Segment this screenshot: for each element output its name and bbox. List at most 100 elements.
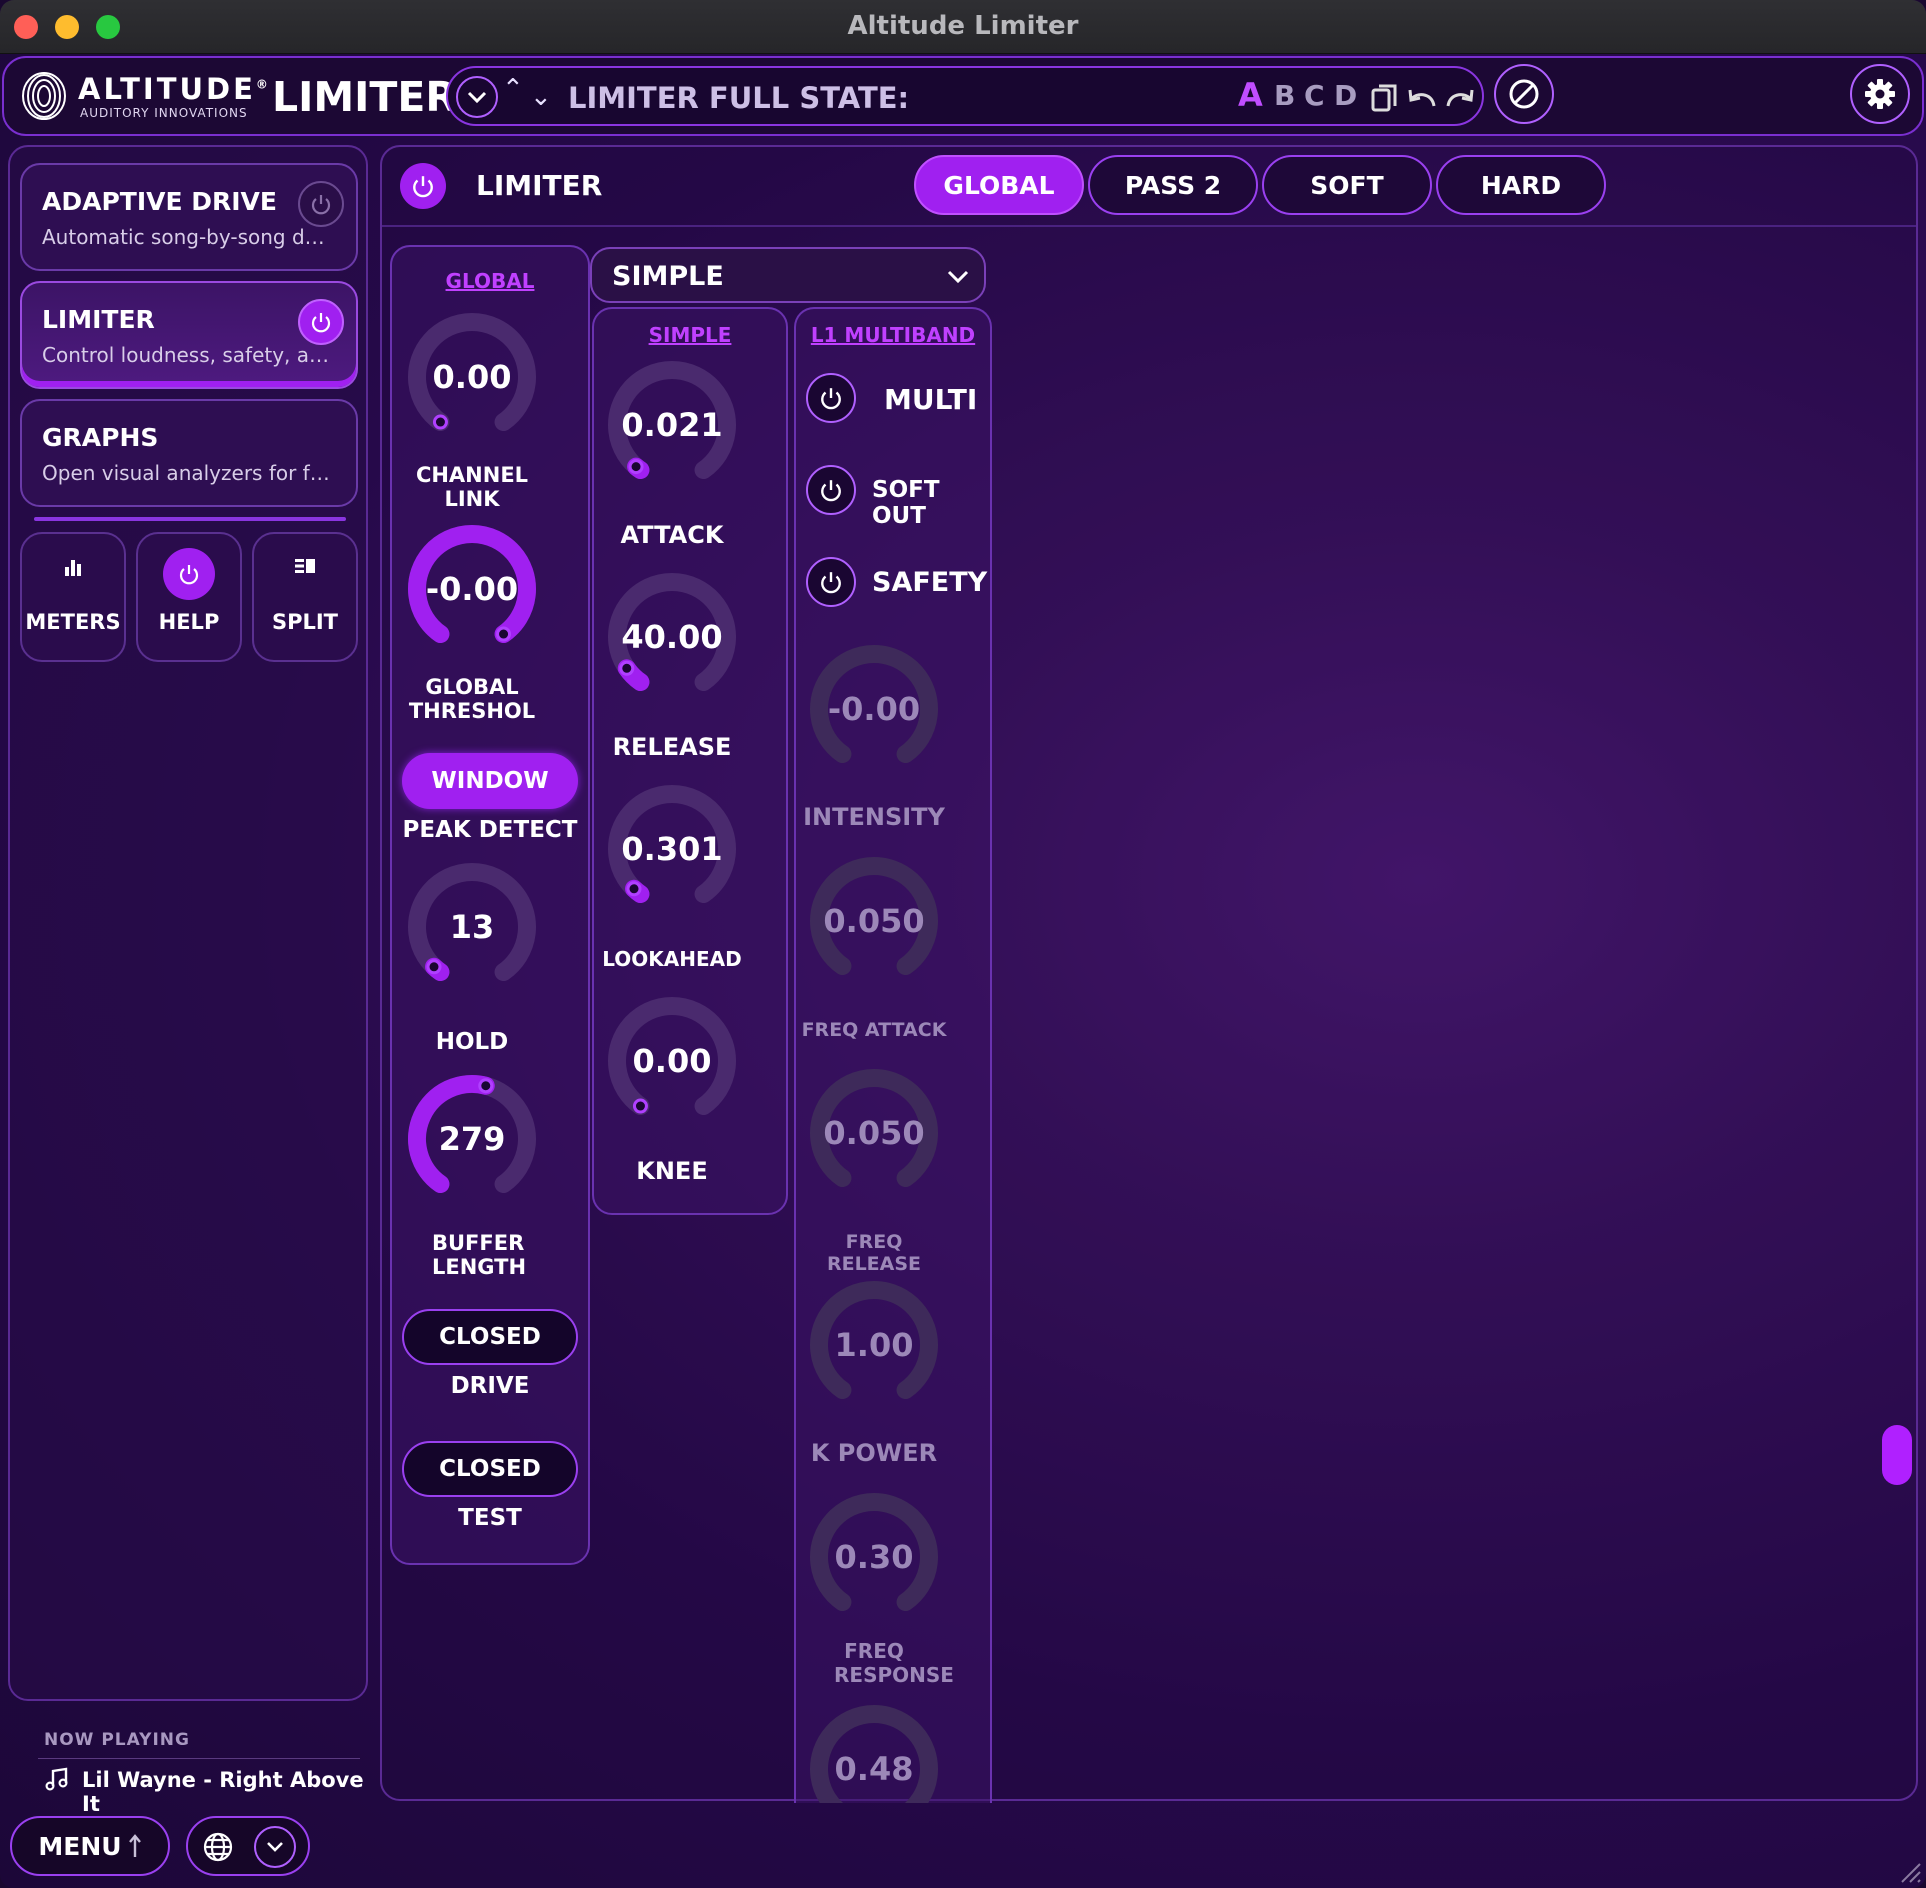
window-title: Altitude Limiter bbox=[847, 11, 1079, 41]
freq-response-label: FREQ RESPONSE bbox=[834, 1639, 954, 1687]
limiter-main-power-toggle[interactable] bbox=[400, 163, 446, 209]
button-label: METERS bbox=[25, 610, 121, 634]
help-button[interactable]: HELP bbox=[136, 532, 242, 662]
tab-soft[interactable]: SOFT bbox=[1262, 155, 1432, 215]
settings-button[interactable] bbox=[1850, 64, 1910, 124]
card-description: Control loudness, safety, and li... bbox=[42, 343, 332, 367]
l1-multiband-section-header[interactable]: L1 MULTIBAND bbox=[796, 323, 990, 347]
simple-section-header[interactable]: SIMPLE bbox=[594, 323, 786, 347]
bar-chart-icon bbox=[65, 560, 81, 576]
freq-attack-label: FREQ ATTACK bbox=[801, 1019, 947, 1041]
chevron-down-icon bbox=[947, 270, 969, 284]
button-label: HELP bbox=[158, 610, 220, 634]
intensity-label: INTENSITY bbox=[803, 803, 945, 831]
state-bar: ⌃ ⌄ LIMITER FULL STATE: A B C D bbox=[446, 66, 1484, 126]
release-knob[interactable]: 40.00 bbox=[602, 567, 742, 707]
state-up-arrow-icon[interactable]: ⌃ bbox=[502, 74, 524, 104]
attack-knob[interactable]: 0.021 bbox=[602, 355, 742, 495]
power-icon bbox=[311, 313, 331, 333]
sidebar: ADAPTIVE DRIVE Automatic song-by-song dr… bbox=[8, 145, 368, 1816]
multiband-extra-knob[interactable]: 0.48 bbox=[804, 1699, 944, 1803]
knob-value: 0.30 bbox=[834, 1538, 914, 1576]
bypass-button[interactable] bbox=[1494, 64, 1554, 124]
title-bar: Altitude Limiter bbox=[0, 0, 1926, 54]
arrow-up-icon bbox=[128, 1834, 141, 1857]
knob-value: 0.021 bbox=[621, 406, 723, 444]
hold-label: HOLD bbox=[435, 1029, 509, 1055]
knee-knob[interactable]: 0.00 bbox=[602, 991, 742, 1131]
sidebar-card-limiter[interactable]: LIMITER Control loudness, safety, and li… bbox=[20, 281, 358, 389]
card-description: Open visual analyzers for freque... bbox=[42, 461, 332, 485]
resize-grip-icon[interactable] bbox=[1894, 1856, 1922, 1884]
state-menu-button[interactable] bbox=[456, 76, 498, 118]
tab-pass-2[interactable]: PASS 2 bbox=[1088, 155, 1258, 215]
language-selector[interactable] bbox=[186, 1816, 310, 1876]
knob-value: 0.301 bbox=[621, 830, 723, 868]
drive-button[interactable]: CLOSED bbox=[402, 1309, 578, 1365]
buffer-length-knob[interactable]: 279 bbox=[402, 1069, 542, 1209]
limiter-panel: LIMITER GLOBAL PASS 2 SOFT HARD GLOBAL 0… bbox=[380, 145, 1918, 1803]
freq-release-label: FREQ RELEASE bbox=[826, 1231, 922, 1275]
slot-b-button[interactable]: B bbox=[1274, 79, 1295, 112]
redo-icon[interactable] bbox=[1444, 84, 1476, 110]
global-threshold-knob[interactable]: -0.00 bbox=[402, 519, 542, 659]
buffer-length-label: BUFFER LENGTH bbox=[432, 1231, 527, 1279]
global-column: GLOBAL 0.00 CHANNEL LINK -0.00 GLOBAL TH… bbox=[390, 245, 590, 1565]
slot-a-button[interactable]: A bbox=[1238, 76, 1263, 114]
channel-link-knob[interactable]: 0.00 bbox=[402, 307, 542, 447]
freq-release-knob[interactable]: 0.050 bbox=[804, 1063, 944, 1203]
menu-label: MENU bbox=[38, 1831, 122, 1861]
soft-out-toggle[interactable] bbox=[806, 465, 856, 515]
simple-column: SIMPLE 0.021 ATTACK 40.00 RELEASE 0.301 … bbox=[592, 307, 788, 1215]
limiter-power-toggle[interactable] bbox=[298, 299, 344, 345]
peak-detect-button[interactable]: WINDOW bbox=[402, 753, 578, 809]
mode-select-value: SIMPLE bbox=[612, 261, 724, 292]
language-dropdown-button[interactable] bbox=[254, 1826, 296, 1868]
slot-c-button[interactable]: C bbox=[1304, 79, 1325, 112]
power-icon bbox=[179, 565, 199, 585]
power-icon bbox=[821, 480, 841, 502]
card-description: Automatic song-by-song drive ... bbox=[42, 225, 332, 249]
knob-value: 13 bbox=[449, 908, 495, 946]
knob-value: 0.050 bbox=[823, 1114, 925, 1152]
split-icon bbox=[295, 559, 315, 573]
drive-label: DRIVE bbox=[450, 1373, 530, 1399]
button-label: SPLIT bbox=[271, 610, 339, 634]
menu-button[interactable]: MENU bbox=[10, 1816, 170, 1876]
knob-value: 279 bbox=[438, 1120, 506, 1158]
k-power-label: K POWER bbox=[810, 1439, 938, 1467]
top-toolbar: ALTITUDE® AUDITORY INNOVATIONS LIMITER ⌃… bbox=[2, 56, 1924, 136]
freq-response-knob[interactable]: 0.30 bbox=[804, 1487, 944, 1627]
power-icon bbox=[821, 388, 841, 410]
freq-attack-knob[interactable]: 0.050 bbox=[804, 851, 944, 991]
knee-label: KNEE bbox=[636, 1157, 708, 1185]
sidebar-card-adaptive-drive[interactable]: ADAPTIVE DRIVE Automatic song-by-song dr… bbox=[20, 163, 358, 271]
scrollbar-thumb[interactable] bbox=[1882, 1425, 1912, 1485]
slot-d-button[interactable]: D bbox=[1334, 79, 1357, 112]
global-section-header[interactable]: GLOBAL bbox=[392, 269, 588, 293]
k-power-knob[interactable]: 1.00 bbox=[804, 1275, 944, 1415]
test-button[interactable]: CLOSED bbox=[402, 1441, 578, 1497]
state-down-arrow-icon[interactable]: ⌄ bbox=[530, 82, 552, 112]
meters-button[interactable]: METERS bbox=[20, 532, 126, 662]
sidebar-card-graphs[interactable]: GRAPHS Open visual analyzers for freque.… bbox=[20, 399, 358, 507]
safety-toggle[interactable] bbox=[806, 557, 856, 607]
tab-divider bbox=[382, 225, 1916, 227]
split-button[interactable]: SPLIT bbox=[252, 532, 358, 662]
card-title: GRAPHS bbox=[42, 423, 159, 452]
mode-select[interactable]: SIMPLE bbox=[590, 247, 986, 303]
adaptive-drive-power-toggle[interactable] bbox=[298, 181, 344, 227]
tab-global[interactable]: GLOBAL bbox=[914, 155, 1084, 215]
bypass-icon bbox=[1509, 79, 1539, 109]
copy-icon[interactable] bbox=[1370, 82, 1398, 114]
gear-icon bbox=[1865, 79, 1895, 109]
knob-value: 40.00 bbox=[621, 618, 723, 656]
product-title: LIMITER bbox=[272, 73, 457, 121]
undo-icon[interactable] bbox=[1406, 84, 1438, 110]
multi-toggle[interactable] bbox=[806, 373, 856, 423]
intensity-knob[interactable]: -0.00 bbox=[804, 639, 944, 779]
lookahead-knob[interactable]: 0.301 bbox=[602, 779, 742, 919]
safety-label: SAFETY bbox=[872, 567, 988, 598]
hold-knob[interactable]: 13 bbox=[402, 857, 542, 997]
tab-hard[interactable]: HARD bbox=[1436, 155, 1606, 215]
